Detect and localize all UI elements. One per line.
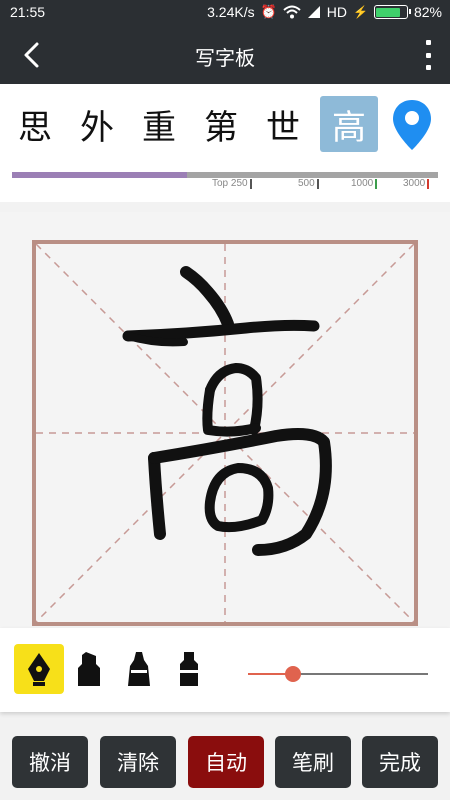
charging-icon: ⚡ xyxy=(353,5,368,19)
location-button[interactable] xyxy=(390,98,434,152)
clear-button[interactable]: 清除 xyxy=(100,736,176,788)
round-brush-tool[interactable] xyxy=(114,644,164,694)
brush-flat-icon xyxy=(180,652,198,686)
undo-button[interactable]: 撤消 xyxy=(12,736,88,788)
marker-tool[interactable] xyxy=(64,644,114,694)
brush-button[interactable]: 笔刷 xyxy=(275,736,351,788)
network-speed: 3.24K/s xyxy=(207,4,255,20)
pen-nib-tool[interactable] xyxy=(14,644,64,694)
tick-3000: 3000 xyxy=(403,178,430,189)
candidate-character[interactable]: 第 xyxy=(192,96,250,152)
status-bar: 21:55 3.24K/s ⏰ HD ⚡ 82% xyxy=(0,0,450,26)
action-buttons: 撤消 清除 自动 笔刷 完成 xyxy=(0,736,450,788)
signal-icon xyxy=(307,6,320,18)
more-vert-icon xyxy=(425,40,431,45)
overflow-menu-button[interactable] xyxy=(420,40,436,70)
marker-icon xyxy=(78,652,100,686)
alarm-off-icon: ⏰ xyxy=(260,4,277,19)
tick-500: 500 xyxy=(298,178,319,189)
status-time: 21:55 xyxy=(10,4,46,20)
auto-button[interactable]: 自动 xyxy=(188,736,264,788)
pen-nib-icon xyxy=(28,653,50,686)
wifi-icon xyxy=(283,5,301,19)
candidate-character[interactable]: 世 xyxy=(254,96,312,152)
brush-round-icon xyxy=(128,652,150,686)
brush-size-slider[interactable] xyxy=(248,666,428,682)
done-button[interactable]: 完成 xyxy=(362,736,438,788)
page-title: 写字板 xyxy=(195,46,255,70)
battery-icon xyxy=(373,5,411,19)
candidate-character[interactable]: 思 xyxy=(6,96,64,152)
handwritten-stroke xyxy=(122,266,332,556)
candidate-list: 思 外 重 第 世 高 xyxy=(6,96,378,152)
selected-candidate[interactable]: 高 xyxy=(320,96,378,152)
brush-tool-panel xyxy=(0,628,450,712)
tick-top250: Top 250 xyxy=(212,178,252,189)
slider-thumb[interactable] xyxy=(285,666,301,682)
status-icons: 3.24K/s ⏰ HD ⚡ 82% xyxy=(207,4,442,20)
candidate-character[interactable]: 外 xyxy=(68,96,126,152)
flat-brush-tool[interactable] xyxy=(164,644,214,694)
candidate-character[interactable]: 重 xyxy=(130,96,188,152)
frequency-ticks: Top 250 500 1000 3000 xyxy=(12,178,438,192)
app-bar: 写字板 xyxy=(0,26,450,84)
location-pin-icon xyxy=(393,100,431,150)
battery-percent: 82% xyxy=(413,4,442,20)
tick-1000: 1000 xyxy=(351,178,378,189)
network-type: HD xyxy=(326,4,348,20)
